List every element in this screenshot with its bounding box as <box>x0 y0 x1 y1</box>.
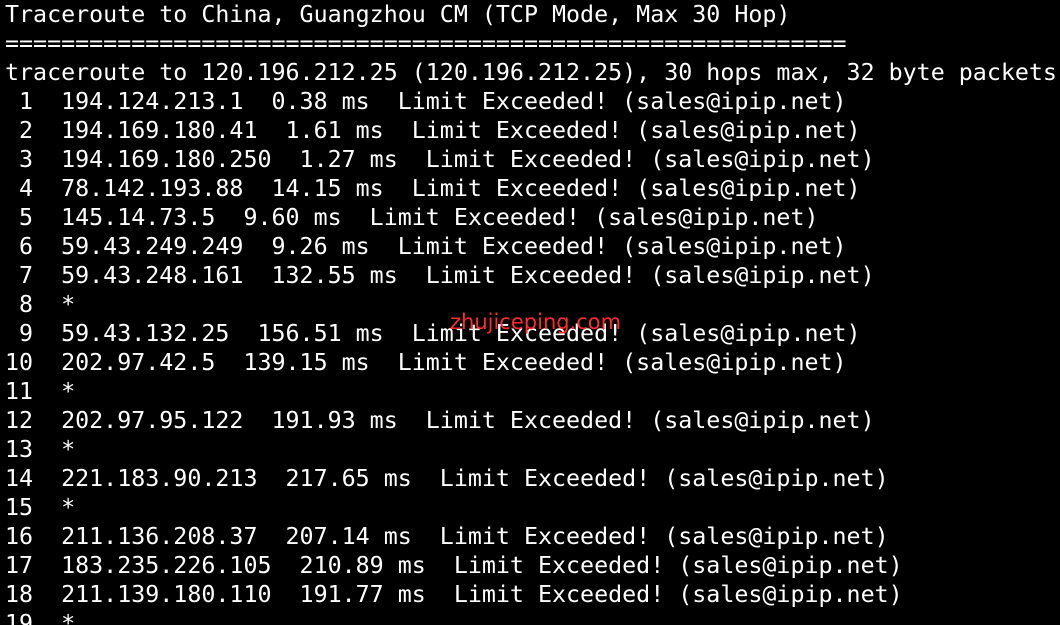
hop-line-2: 2 194.169.180.41 1.61 ms Limit Exceeded!… <box>5 117 861 144</box>
hop-line-6: 6 59.43.249.249 9.26 ms Limit Exceeded! … <box>5 233 847 260</box>
hop-line-5: 5 145.14.73.5 9.60 ms Limit Exceeded! (s… <box>5 204 819 231</box>
hop-line-17: 17 183.235.226.105 210.89 ms Limit Excee… <box>5 552 903 579</box>
terminal-line-command: traceroute to 120.196.212.25 (120.196.21… <box>5 59 1057 86</box>
hop-line-15: 15 * <box>5 494 76 521</box>
hop-line-19: 19 * <box>5 610 76 625</box>
hop-line-18: 18 211.139.180.110 191.77 ms Limit Excee… <box>5 581 903 608</box>
hop-line-16: 16 211.136.208.37 207.14 ms Limit Exceed… <box>5 523 889 550</box>
hop-line-11: 11 * <box>5 378 76 405</box>
hop-line-1: 1 194.124.213.1 0.38 ms Limit Exceeded! … <box>5 88 847 115</box>
terminal-line-title: Traceroute to China, Guangzhou CM (TCP M… <box>5 1 791 28</box>
hop-line-12: 12 202.97.95.122 191.93 ms Limit Exceede… <box>5 407 875 434</box>
hop-line-10: 10 202.97.42.5 139.15 ms Limit Exceeded!… <box>5 349 847 376</box>
hop-line-4: 4 78.142.193.88 14.15 ms Limit Exceeded!… <box>5 175 861 202</box>
hop-line-9: 9 59.43.132.25 156.51 ms Limit Exceeded!… <box>5 320 861 347</box>
terminal-output[interactable]: Traceroute to China, Guangzhou CM (TCP M… <box>0 0 1060 625</box>
hop-line-3: 3 194.169.180.250 1.27 ms Limit Exceeded… <box>5 146 875 173</box>
hop-line-13: 13 * <box>5 436 76 463</box>
hop-line-8: 8 * <box>5 291 76 318</box>
terminal-line-separator: ========================================… <box>5 30 847 57</box>
hop-line-14: 14 221.183.90.213 217.65 ms Limit Exceed… <box>5 465 889 492</box>
hop-line-7: 7 59.43.248.161 132.55 ms Limit Exceeded… <box>5 262 875 289</box>
